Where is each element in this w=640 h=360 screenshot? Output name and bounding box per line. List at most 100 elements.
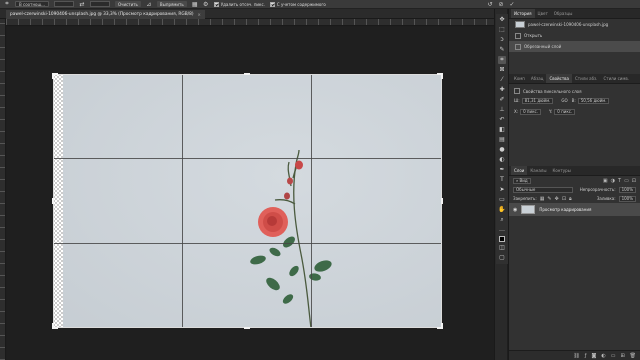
filter-smart-icon[interactable]: ⊡: [632, 178, 636, 184]
blend-mode-dropdown[interactable]: Обычные: [513, 186, 573, 193]
tab-properties[interactable]: Свойства: [546, 74, 572, 83]
lock-paint-icon[interactable]: ✎: [547, 196, 551, 202]
crop-ratio-dropdown[interactable]: В соотнош...: [15, 1, 49, 7]
clear-button[interactable]: Очистить: [114, 1, 141, 7]
fill-field[interactable]: 100%: [618, 195, 636, 202]
overlay-grid-icon[interactable]: ▦: [192, 1, 198, 8]
link-chain-icon[interactable]: GO: [561, 98, 567, 103]
straighten-icon[interactable]: ⊿: [146, 1, 152, 8]
tab-character[interactable]: Комп: [511, 74, 528, 83]
ratio-width-field[interactable]: [53, 1, 74, 7]
swap-icon[interactable]: ⇄: [79, 1, 85, 8]
opacity-field[interactable]: 100%: [618, 186, 636, 193]
filter-adjust-icon[interactable]: ◑: [611, 178, 615, 184]
link-layers-icon[interactable]: ⛓: [573, 353, 579, 359]
path-select-tool-icon[interactable]: ➤: [498, 186, 506, 194]
crop-handle-bottom[interactable]: [244, 327, 250, 329]
quick-select-tool-icon[interactable]: ✎: [498, 46, 506, 54]
eraser-tool-icon[interactable]: ◧: [498, 126, 506, 134]
crop-handle-left[interactable]: [52, 198, 54, 204]
delete-layer-icon[interactable]: 🗑︎: [630, 353, 636, 359]
new-group-icon[interactable]: ▭: [611, 353, 616, 359]
layer-filter-dropdown[interactable]: ⌕ Вид: [513, 177, 531, 184]
y-value[interactable]: 0 пикс.: [554, 108, 576, 115]
filter-type-icon[interactable]: T: [618, 178, 621, 184]
fx-icon[interactable]: ƒ: [585, 353, 587, 359]
width-label: Ш:: [514, 98, 520, 103]
brush-tool-icon[interactable]: ✐: [498, 96, 506, 104]
tab-color[interactable]: Цвет: [535, 9, 551, 18]
close-tab-icon[interactable]: ×: [198, 12, 201, 17]
tab-channels[interactable]: Каналы: [527, 166, 549, 175]
zoom-tool-icon[interactable]: ⌕: [498, 216, 506, 224]
crop-handle-bl-v[interactable]: [52, 323, 54, 329]
tab-paragraph[interactable]: Абзац: [528, 74, 547, 83]
tab-paragraph-styles[interactable]: Стили абз.: [572, 74, 600, 83]
foreground-color-swatch[interactable]: [499, 236, 505, 242]
filter-pixel-icon[interactable]: ▣: [603, 178, 608, 184]
ratio-height-field[interactable]: [89, 1, 110, 7]
cancel-icon[interactable]: ⊘: [498, 1, 504, 8]
new-layer-icon[interactable]: ⊞: [620, 353, 624, 359]
healing-tool-icon[interactable]: ✚: [498, 86, 506, 94]
x-value[interactable]: 0 пикс.: [520, 108, 542, 115]
x-field[interactable]: X: 0 пикс.: [514, 108, 542, 115]
shape-tool-icon[interactable]: ▭: [498, 196, 506, 204]
commit-check-icon[interactable]: ✓: [509, 1, 515, 8]
tab-character-styles[interactable]: Стили симв.: [600, 74, 632, 83]
screen-mode-icon[interactable]: ▢: [498, 254, 506, 262]
crop-border[interactable]: [53, 74, 442, 328]
tab-history[interactable]: История: [511, 9, 535, 18]
tab-swatches[interactable]: Образцы: [551, 9, 576, 18]
marquee-tool-icon[interactable]: ⬚: [498, 26, 506, 34]
tab-paths[interactable]: Контуры: [549, 166, 573, 175]
crop-handle-br-v[interactable]: [441, 323, 443, 329]
height-field[interactable]: В: 50,56 дюйм.: [572, 97, 610, 104]
crop-handle-tr-v[interactable]: [441, 73, 443, 79]
lock-artboard-icon[interactable]: ⊡: [562, 196, 566, 202]
options-bar: ⌗ В соотнош... ⇄ Очистить ⊿ Выпрямить ▦ …: [0, 0, 640, 9]
history-snapshot[interactable]: pawel-czerwinski-1090406-unsplash.jpg: [509, 19, 640, 30]
gradient-tool-icon[interactable]: ▤: [498, 136, 506, 144]
crop-handle-right[interactable]: [441, 198, 443, 204]
eyedropper-tool-icon[interactable]: ⁄: [498, 76, 506, 84]
dodge-tool-icon[interactable]: ◐: [498, 156, 506, 164]
lasso-tool-icon[interactable]: ↄ: [498, 36, 506, 44]
history-item-selected[interactable]: Обрезанный слой: [509, 41, 640, 52]
more-tools-icon[interactable]: …: [498, 226, 506, 234]
filter-shape-icon[interactable]: ▭: [624, 178, 629, 184]
history-item[interactable]: Открыть: [509, 30, 640, 41]
crop-handle-tl-v[interactable]: [52, 73, 54, 79]
right-panels: История Цвет Образцы pawel-czerwinski-10…: [508, 9, 640, 360]
height-value[interactable]: 50,56 дюйм.: [577, 97, 610, 104]
width-value[interactable]: 81,31 дюйм.: [521, 97, 554, 104]
type-tool-icon[interactable]: T: [498, 176, 506, 184]
layer-row[interactable]: ◉ Просмотр кадрирования: [509, 203, 640, 216]
quick-mask-icon[interactable]: ◫: [498, 244, 506, 252]
crop-tool-icon[interactable]: ⌗: [4, 0, 10, 7]
lock-pixels-icon[interactable]: ▦: [540, 196, 545, 202]
add-mask-icon[interactable]: ◙: [591, 353, 596, 359]
document-tab[interactable]: pawel-czerwinski-1090406-unsplash.jpg @ …: [6, 10, 205, 19]
visibility-eye-icon[interactable]: ◉: [513, 207, 517, 213]
tab-layers[interactable]: Слои: [511, 166, 528, 175]
lock-position-icon[interactable]: ✥: [555, 196, 559, 202]
pen-tool-icon[interactable]: ✒: [498, 166, 506, 174]
delete-cropped-checkbox[interactable]: Удалить отсеч. пикс.: [213, 1, 265, 7]
move-tool-icon[interactable]: ✥: [498, 16, 506, 24]
width-field[interactable]: Ш: 81,31 дюйм.: [514, 97, 554, 104]
crop-tool-icon[interactable]: ⌗: [498, 56, 506, 64]
hand-tool-icon[interactable]: ✋: [498, 206, 506, 214]
straighten-button[interactable]: Выпрямить: [156, 1, 187, 7]
stamp-tool-icon[interactable]: ⊥: [498, 106, 506, 114]
lock-all-icon[interactable]: 🔒︎: [569, 196, 572, 202]
history-brush-icon[interactable]: ↶: [498, 116, 506, 124]
reset-icon[interactable]: ↺: [487, 1, 493, 8]
y-field[interactable]: Y: 0 пикс.: [549, 108, 576, 115]
frame-tool-icon[interactable]: ⊠: [498, 66, 506, 74]
adjustment-layer-icon[interactable]: ◐: [601, 353, 605, 359]
blur-tool-icon[interactable]: ●: [498, 146, 506, 154]
settings-gear-icon[interactable]: ⚙: [203, 1, 209, 8]
crop-handle-top[interactable]: [244, 73, 250, 75]
content-aware-checkbox[interactable]: С учетом содержимого: [269, 1, 326, 7]
